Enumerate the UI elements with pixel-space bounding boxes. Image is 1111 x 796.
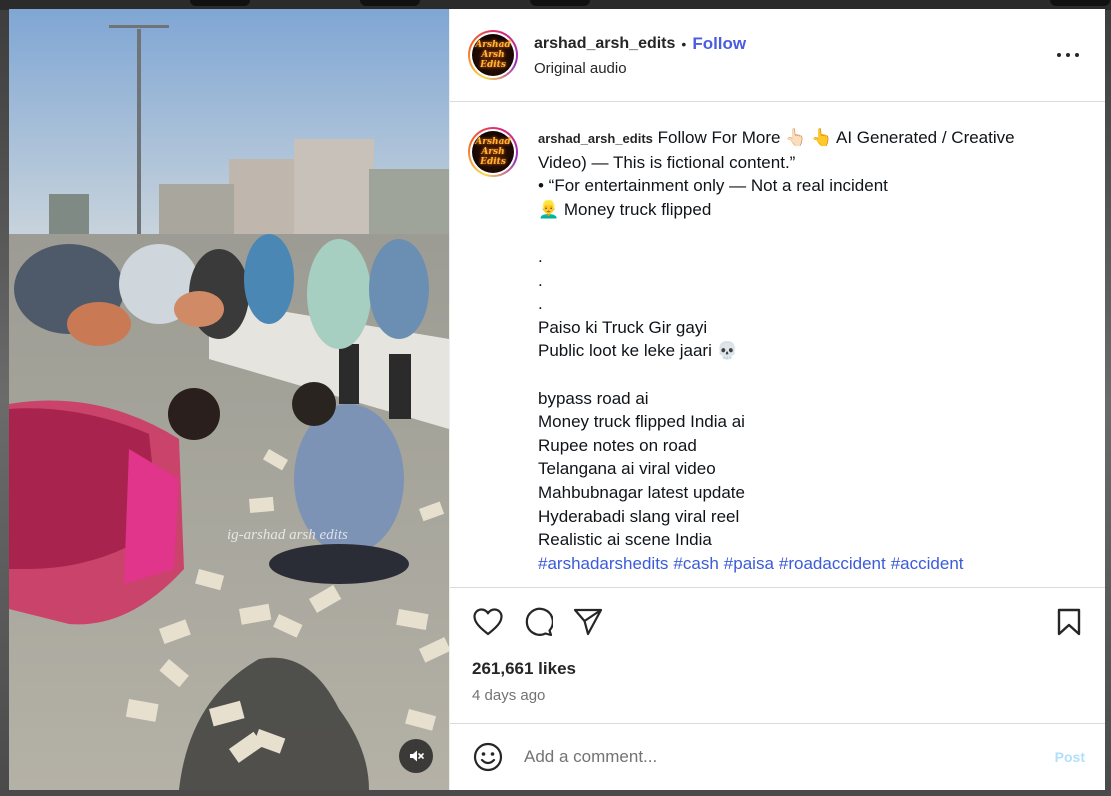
comment-input[interactable] xyxy=(524,747,1055,767)
follow-button[interactable]: Follow xyxy=(692,34,746,54)
more-horizontal-icon xyxy=(1066,53,1070,57)
comment-bar: Post xyxy=(450,723,1105,790)
hashtag-link[interactable]: #arshadarshedits xyxy=(538,554,668,573)
like-button[interactable] xyxy=(472,606,504,638)
backdrop-thumb xyxy=(530,0,590,6)
post-video[interactable]: ig-arshad arsh edits xyxy=(9,9,449,790)
backdrop-thumb xyxy=(360,0,420,6)
more-horizontal-icon xyxy=(1075,53,1079,57)
caption-dot: . xyxy=(538,294,543,314)
backdrop-thumb xyxy=(190,0,250,6)
avatar-inner: Arshad Arsh Edits xyxy=(470,32,516,78)
hashtag-list: #arshadarshedits #cash #paisa #roadaccident… xyxy=(538,552,1015,576)
caption-avatar[interactable]: Arshad Arsh Edits xyxy=(468,127,518,177)
caption-keyword: Realistic ai scene India xyxy=(538,530,712,550)
hashtag-link[interactable]: #paisa xyxy=(724,554,774,573)
video-watermark: ig-arshad arsh edits xyxy=(227,527,348,543)
likes-count[interactable]: 261,661 likes xyxy=(472,659,1087,679)
caption-keyword: Telangana ai viral video xyxy=(538,459,716,479)
caption-keyword: Hyderabadi slang viral reel xyxy=(538,506,740,526)
hashtag-link[interactable]: #roadaccident xyxy=(779,554,886,573)
comment-icon xyxy=(525,607,553,637)
header-separator: • xyxy=(681,35,687,52)
avatar-logo-line2: Arsh Edits xyxy=(480,147,506,167)
video-frame xyxy=(9,9,449,790)
more-options-button[interactable] xyxy=(1057,45,1079,65)
share-button[interactable] xyxy=(572,606,604,638)
backdrop-thumb xyxy=(1050,0,1110,6)
caption-line: Public loot ke leke jaari 💀 xyxy=(538,341,738,361)
avatar-inner: Arshad Arsh Edits xyxy=(470,129,516,175)
hashtag-link[interactable]: #cash xyxy=(673,554,718,573)
header-row: arshad_arsh_edits • Follow xyxy=(534,34,746,54)
caption-keyword: bypass road ai xyxy=(538,388,649,408)
caption-keyword: Rupee notes on road xyxy=(538,435,697,455)
post-header: Arshad Arsh Edits arshad_arsh_edits • Fo… xyxy=(450,9,1105,102)
caption-keyword: Money truck flipped India ai xyxy=(538,412,745,432)
post-timestamp[interactable]: 4 days ago xyxy=(472,687,1087,704)
caption-scroll-area[interactable]: Arshad Arsh Edits arshad_arsh_edits Foll… xyxy=(450,102,1105,587)
more-horizontal-icon xyxy=(1057,53,1061,57)
emoji-button[interactable] xyxy=(472,741,504,773)
caption-line: Paiso ki Truck Gir gayi xyxy=(538,317,708,337)
avatar-logo-line1: Arshad xyxy=(475,40,511,50)
post-caption: arshad_arsh_edits Follow For More 👆🏻 👆 A… xyxy=(538,126,1015,587)
heart-icon xyxy=(473,608,503,636)
comment-button[interactable] xyxy=(522,606,554,638)
volume-muted-icon xyxy=(410,750,424,762)
caption-line: • “For entertainment only — Not a real i… xyxy=(538,176,888,196)
caption-line: 👱‍♂️ Money truck flipped xyxy=(538,199,712,219)
save-button[interactable] xyxy=(1053,606,1085,638)
send-icon xyxy=(573,608,603,636)
hashtag-link[interactable]: #accident xyxy=(891,554,964,573)
caption-text: Follow For More 👆🏻 👆 AI Generated / Crea… xyxy=(652,128,1015,147)
avatar-logo-line1: Arshad xyxy=(475,137,511,147)
caption-keyword: Mahbubnagar latest update xyxy=(538,482,745,502)
header-text: arshad_arsh_edits • Follow Original audi… xyxy=(534,34,746,77)
caption-line: arshad_arsh_edits Follow For More 👆🏻 👆 A… xyxy=(538,126,1015,151)
caption-line: Video) — This is fictional content.” xyxy=(538,152,796,172)
caption-username[interactable]: arshad_arsh_edits xyxy=(538,131,653,146)
caption-dot: . xyxy=(538,246,543,266)
avatar-logo: Arshad Arsh Edits xyxy=(472,34,514,76)
audio-link[interactable]: Original audio xyxy=(534,60,746,77)
author-username[interactable]: arshad_arsh_edits xyxy=(534,35,675,53)
caption-dot: . xyxy=(538,270,543,290)
avatar-logo: Arshad Arsh Edits xyxy=(472,131,514,173)
post-modal: ig-arshad arsh edits Arshad Arsh Edits a… xyxy=(9,9,1105,790)
author-avatar[interactable]: Arshad Arsh Edits xyxy=(468,30,518,80)
mute-button[interactable] xyxy=(399,739,433,773)
action-icons xyxy=(472,606,1087,638)
emoji-icon xyxy=(473,742,503,772)
bookmark-icon xyxy=(1057,608,1081,636)
post-actions: 261,661 likes 4 days ago xyxy=(450,587,1105,723)
post-comment-button[interactable]: Post xyxy=(1055,749,1085,765)
avatar-logo-line2: Arsh Edits xyxy=(480,50,506,70)
post-details: Arshad Arsh Edits arshad_arsh_edits • Fo… xyxy=(449,9,1105,790)
